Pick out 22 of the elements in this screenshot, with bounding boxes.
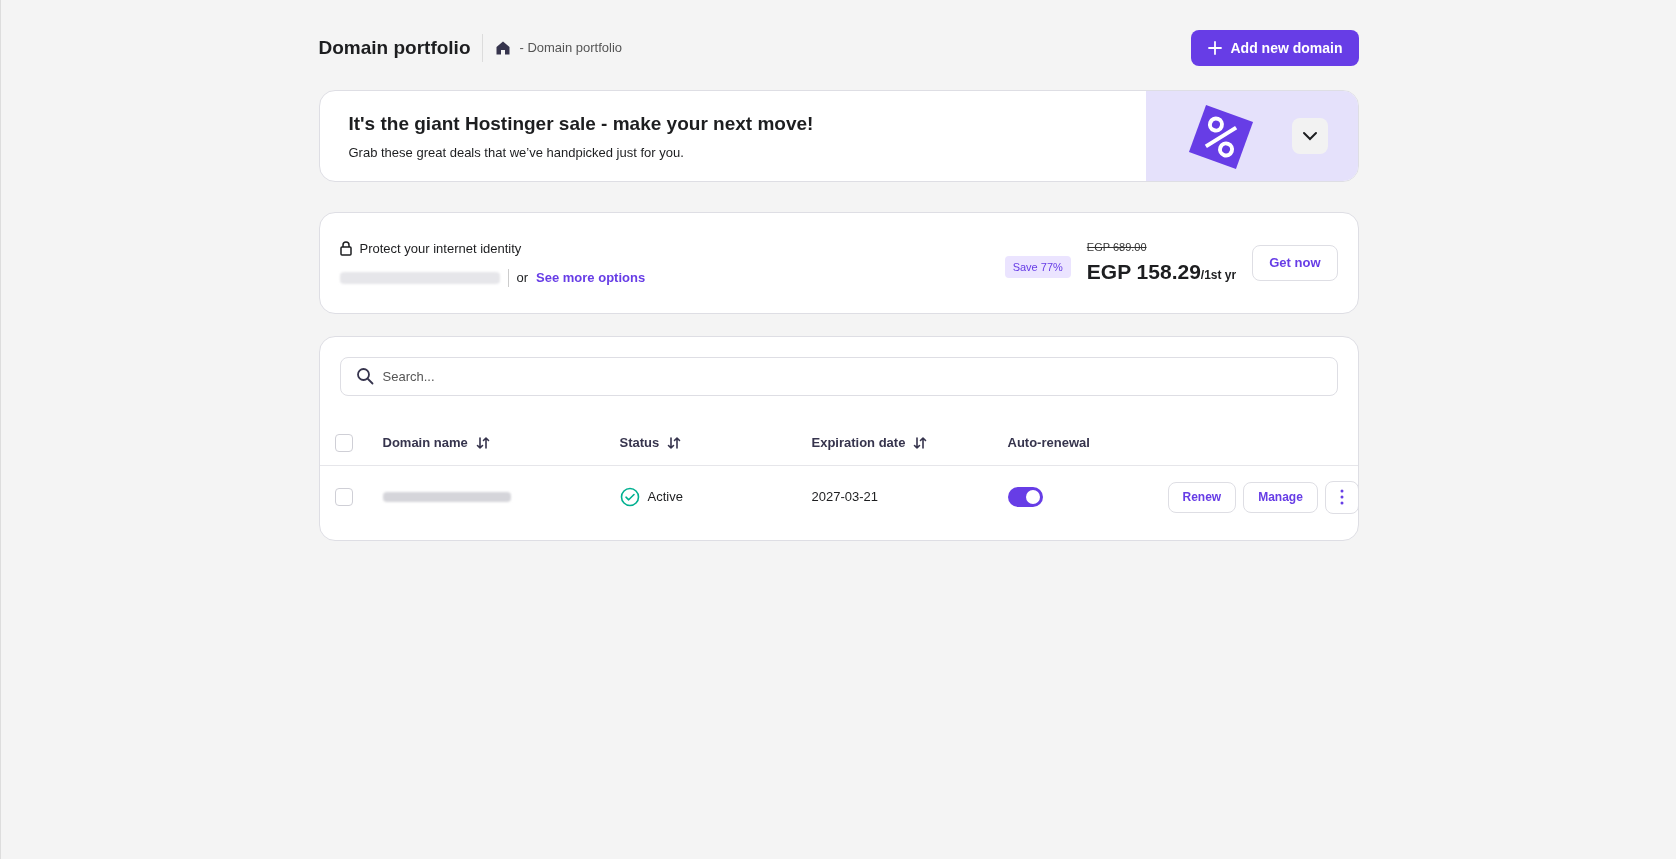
offer-title: Protect your internet identity — [359, 239, 522, 258]
column-header: Domain name — [382, 433, 468, 452]
expiration-date: 2027-03-21 — [811, 488, 879, 507]
column-header: Status — [619, 433, 660, 452]
banner-title: It's the giant Hostinger sale - make your next move! — [348, 112, 814, 136]
see-more-options-link[interactable]: See more options — [536, 268, 646, 288]
page-title: Domain portfolio — [318, 35, 471, 60]
price: EGP 158.29 — [1086, 258, 1201, 285]
column-header: Expiration date — [811, 433, 906, 452]
save-badge: Save 77% — [1004, 255, 1071, 279]
old-price: EGP 689.00 — [1086, 240, 1148, 255]
renew-button[interactable]: Renew — [1167, 481, 1237, 513]
get-now-button[interactable]: Get now — [1252, 245, 1338, 281]
or-text: or — [516, 269, 529, 287]
manage-button[interactable]: Manage — [1243, 481, 1318, 513]
banner-subtitle: Grab these great deals that we’ve handpicked just for you. — [348, 143, 685, 162]
status-text: Active — [647, 488, 683, 507]
column-header: Auto-renewal — [1007, 433, 1090, 452]
price-period: /1st yr — [1200, 267, 1237, 284]
add-domain-button[interactable]: Add new domain — [1190, 30, 1359, 66]
breadcrumb: - Domain portfolio — [519, 39, 623, 58]
search-field[interactable]: Search... — [339, 357, 1338, 396]
